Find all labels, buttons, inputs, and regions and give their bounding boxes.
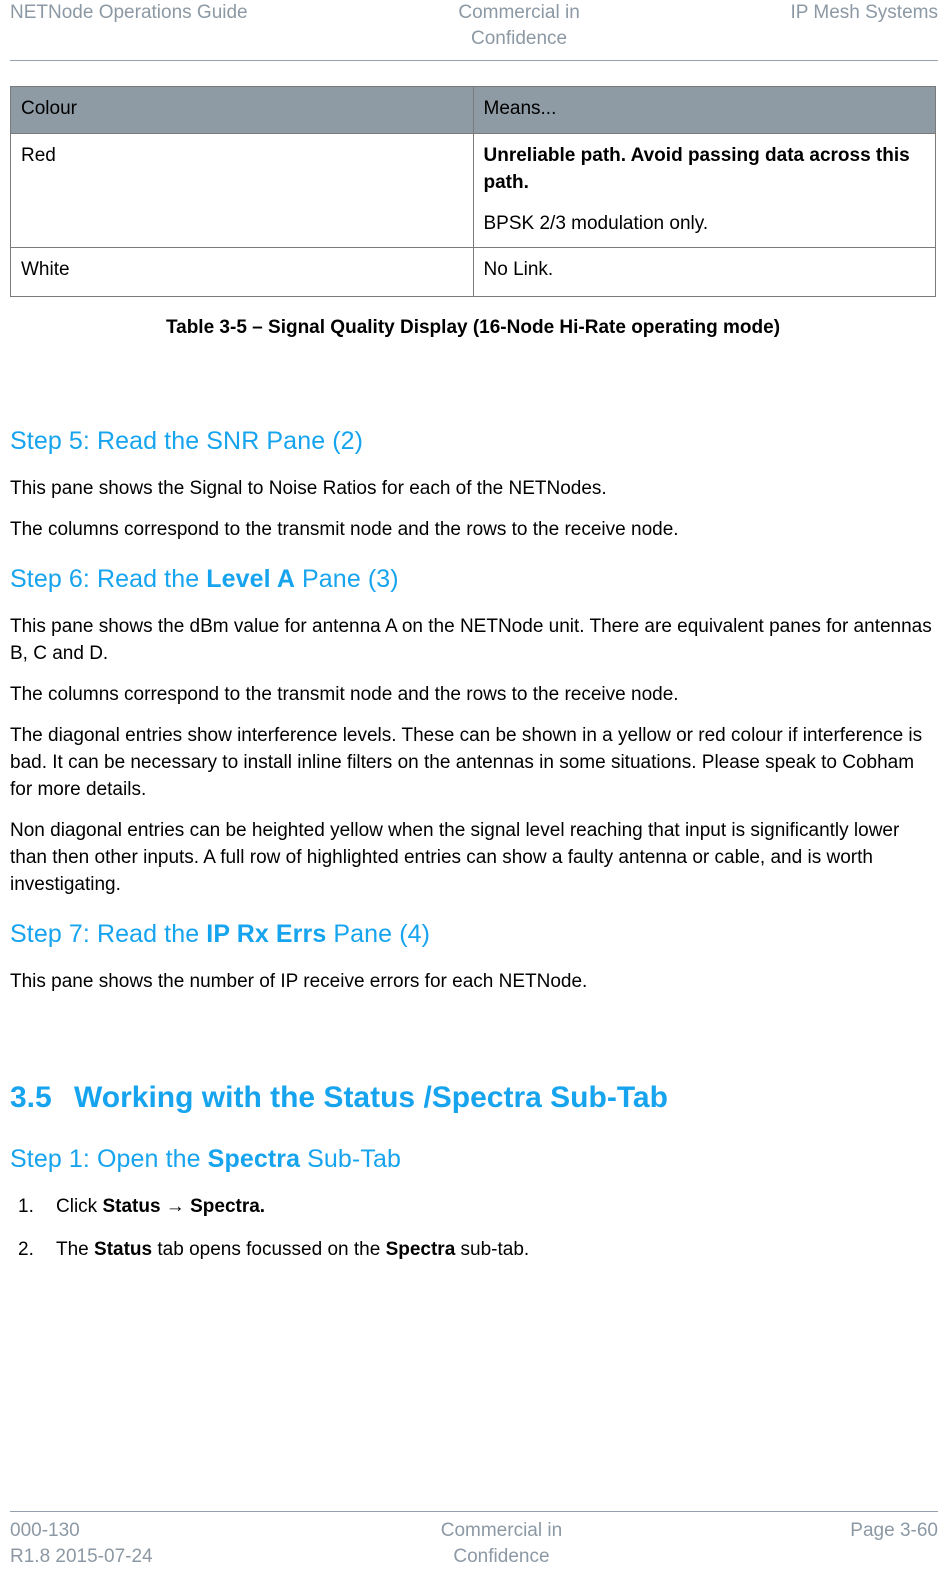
cell-colour-red: Red — [10, 133, 474, 248]
table-head: Colour Means... — [10, 86, 936, 134]
heading-step-6: Step 6: Read the Level A Pane (3) — [10, 563, 936, 595]
spectra-step-list: 1. Click Status → Spectra. 2. The Status t… — [10, 1193, 936, 1263]
list-item-bold-1: Status — [102, 1196, 161, 1217]
header-center-text: Commercial in Confidence — [458, 2, 580, 49]
table-row: Red Unreliable path. Avoid passing data … — [10, 133, 936, 248]
list-item: 2. The Status tab opens focussed on the S… — [10, 1236, 936, 1263]
cell-means-white-plain: No Link. — [483, 259, 554, 280]
step6-paragraph-1: This pane shows the dBm value for antenn… — [10, 616, 932, 664]
heading-step-6-pre: Step 6: Read the — [10, 565, 207, 593]
section-number: 3.5 — [10, 1081, 52, 1114]
list-item-mid: tab opens focussed on the — [152, 1239, 386, 1260]
list-item-bold-2: Spectra — [385, 1239, 456, 1260]
heading-step-5-text: Step 5: Read the SNR Pane (2) — [10, 427, 364, 455]
footer-document-number: 000-130 R1.8 2015-07-24 — [10, 1520, 153, 1567]
cell-colour-white: White — [10, 247, 474, 297]
step7-paragraph-1: This pane shows the number of IP receive… — [10, 971, 588, 992]
heading-step-7-bold: IP Rx Errs — [206, 920, 327, 948]
page-running-footer: 000-130 R1.8 2015-07-24 Commercial in Co… — [10, 1512, 938, 1574]
heading-step-1-spectra: Step 1: Open the Spectra Sub-Tab — [10, 1143, 936, 1175]
cell-means-red-bold: Unreliable path. Avoid passing data acro… — [483, 145, 910, 193]
list-item-mid: → — [160, 1196, 191, 1217]
footer-page-number: Page 3-60 — [850, 1520, 938, 1541]
footer-center-text: Commercial in Confidence — [440, 1520, 563, 1567]
heading-step-6-post: Pane (3) — [294, 565, 399, 593]
cell-means-white: No Link. — [472, 247, 936, 297]
list-item-marker: 1. — [18, 1196, 34, 1217]
page-content: Colour Means... Red Unreliable path. Avo… — [10, 86, 936, 1279]
step6-paragraph-4: Non diagonal entries can be heighted yel… — [10, 820, 900, 895]
table-col-header-colour: Colour — [10, 86, 474, 134]
step5-paragraph-1: This pane shows the Signal to Noise Rati… — [10, 478, 607, 499]
table-header-row: Colour Means... — [10, 86, 936, 134]
table-caption: Table 3-5 – Signal Quality Display (16-N… — [165, 317, 781, 338]
list-item: 1. Click Status → Spectra. — [10, 1193, 936, 1220]
heading-step-1-post: Sub-Tab — [300, 1145, 401, 1173]
heading-step-7-post: Pane (4) — [326, 920, 431, 948]
table-row: White No Link. — [10, 247, 936, 297]
list-item-post: sub-tab. — [455, 1239, 530, 1260]
heading-section-3-5: 3.5 Working with the Status /Spectra Sub-… — [10, 1079, 936, 1117]
signal-quality-colour-table: Colour Means... Red Unreliable path. Avo… — [10, 86, 936, 297]
step6-paragraph-3: The diagonal entries show interference l… — [10, 725, 923, 800]
heading-step-6-bold: Level A — [206, 565, 295, 593]
section-title: Working with the Status /Spectra Sub-Tab — [74, 1081, 668, 1114]
list-item-marker: 2. — [18, 1239, 34, 1260]
header-left-text: NETNode Operations Guide — [10, 2, 248, 23]
heading-step-5: Step 5: Read the SNR Pane (2) — [10, 425, 936, 457]
step5-paragraph-2: The columns correspond to the transmit n… — [10, 519, 679, 540]
header-divider-rule — [10, 60, 938, 61]
header-right-text: IP Mesh Systems — [790, 2, 938, 23]
cell-means-red-plain: BPSK 2/3 modulation only. — [483, 213, 709, 234]
heading-step-7-pre: Step 7: Read the — [10, 920, 207, 948]
table-col-header-means: Means... — [472, 86, 936, 134]
heading-step-7: Step 7: Read the IP Rx Errs Pane (4) — [10, 918, 936, 950]
list-item-pre: The — [56, 1239, 95, 1260]
page-running-header: NETNode Operations Guide Commercial in C… — [10, 0, 938, 56]
heading-step-1-bold: Spectra — [207, 1145, 301, 1173]
cell-means-red: Unreliable path. Avoid passing data acro… — [472, 133, 936, 248]
step6-paragraph-2: The columns correspond to the transmit n… — [10, 684, 679, 705]
heading-step-1-pre: Step 1: Open the — [10, 1145, 208, 1173]
list-item-bold-1: Status — [94, 1239, 153, 1260]
list-item-bold-2: Spectra. — [190, 1196, 266, 1217]
list-item-pre: Click — [56, 1196, 103, 1217]
table-body: Red Unreliable path. Avoid passing data … — [10, 133, 936, 297]
